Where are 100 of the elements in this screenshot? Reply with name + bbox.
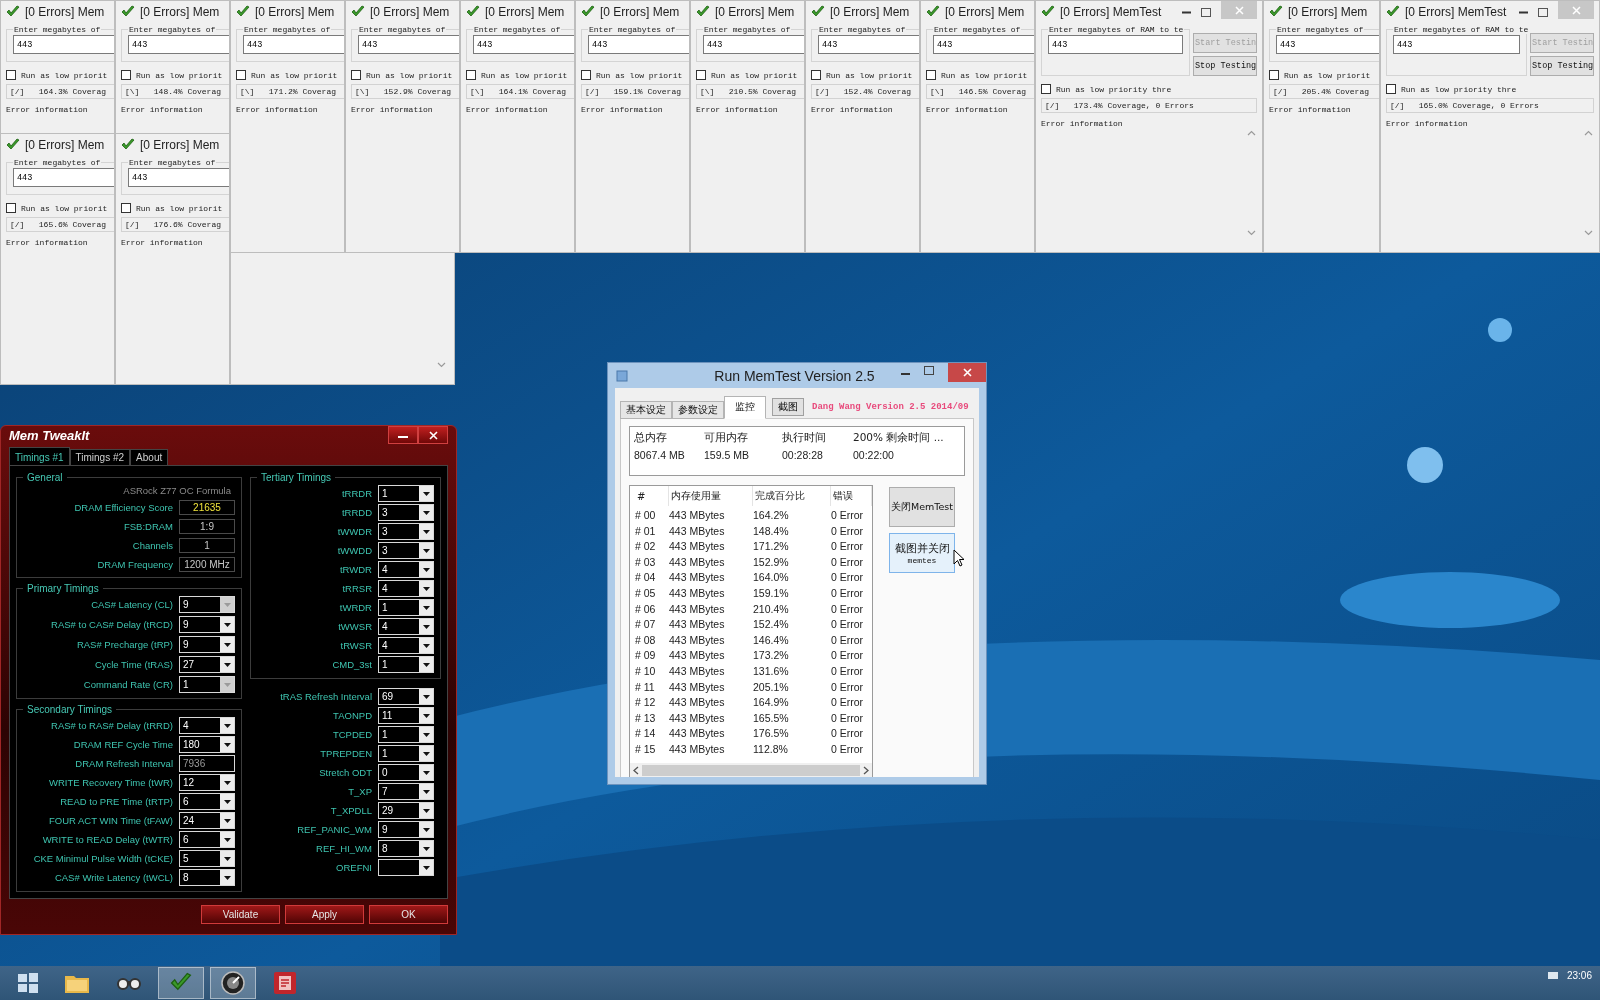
column-header[interactable]: 内存使用量 — [669, 486, 753, 506]
dropdown[interactable]: 4 — [378, 580, 434, 597]
checkbox[interactable] — [811, 70, 821, 80]
dropdown[interactable]: 5 — [179, 850, 235, 867]
input-field[interactable]: 443 — [1048, 35, 1183, 54]
minimize-button[interactable] — [388, 426, 418, 444]
dropdown[interactable]: 1 — [378, 656, 434, 673]
dropdown[interactable]: 27 — [179, 656, 235, 673]
scroll-left-icon[interactable] — [633, 765, 639, 775]
dropdown[interactable]: 1 — [378, 599, 434, 616]
check-icon — [121, 138, 135, 152]
dropdown[interactable]: 9 — [179, 636, 235, 653]
tab[interactable]: Timings #1 — [9, 447, 70, 466]
scroll-thumb[interactable] — [642, 764, 860, 776]
action-button[interactable]: 截图并关闭 memtes — [889, 533, 955, 573]
column-header[interactable]: 错误 — [831, 486, 872, 506]
checkbox-label: Run as low priorit — [826, 70, 913, 80]
input-field[interactable]: 443 — [13, 168, 114, 187]
dropdown[interactable]: 12 — [179, 774, 235, 791]
stop-button[interactable]: Stop Testing — [1530, 56, 1594, 76]
dropdown[interactable]: 29 — [378, 802, 434, 819]
dropdown[interactable]: 3 — [378, 504, 434, 521]
checkbox-label: Run as low priorit — [481, 70, 568, 80]
input-field[interactable]: 443 — [818, 35, 919, 54]
dropdown[interactable]: 6 — [179, 831, 235, 848]
dropdown[interactable]: 4 — [378, 637, 434, 654]
tab[interactable]: 监控 — [724, 396, 766, 419]
dropdown[interactable]: 8 — [179, 869, 235, 886]
dropdown[interactable]: 9 — [378, 821, 434, 838]
checkbox[interactable] — [236, 70, 246, 80]
input-field[interactable]: 443 — [128, 168, 229, 187]
dropdown[interactable]: 8 — [378, 840, 434, 857]
dropdown[interactable] — [378, 859, 434, 876]
tab[interactable]: 参数设定 — [672, 401, 724, 419]
input-field[interactable]: 443 — [588, 35, 689, 54]
table-cell-text: # 08 — [635, 632, 657, 647]
stop-button[interactable]: Stop Testing — [1193, 56, 1257, 76]
dropdown[interactable]: 24 — [179, 812, 235, 829]
checkbox[interactable] — [696, 70, 706, 80]
error-label: Error information — [696, 105, 779, 114]
checkbox[interactable] — [1269, 70, 1279, 80]
horizontal-scrollbar[interactable] — [630, 763, 872, 777]
input-field[interactable]: 443 — [243, 35, 344, 54]
field-label: REF_HI_WM — [315, 843, 372, 854]
dropdown[interactable]: 3 — [378, 523, 434, 540]
network-icon[interactable] — [1546, 970, 1559, 981]
dropdown[interactable]: 7 — [378, 783, 434, 800]
input-field[interactable]: 443 — [128, 35, 229, 54]
status-field: [/] 176.6% Coverag — [121, 217, 229, 232]
dropdown[interactable]: 6 — [179, 793, 235, 810]
dropdown[interactable]: 4 — [179, 717, 235, 734]
column-header[interactable]: 完成百分比 — [753, 486, 831, 506]
maximize-icon[interactable] — [1538, 7, 1548, 17]
dropdown[interactable]: 3 — [378, 542, 434, 559]
maximize-icon[interactable] — [1201, 7, 1211, 17]
input-field[interactable]: 443 — [473, 35, 574, 54]
input-field[interactable]: 443 — [933, 35, 1034, 54]
input-field[interactable]: 443 — [703, 35, 804, 54]
scroll-right-icon[interactable] — [863, 765, 869, 775]
checkbox[interactable] — [6, 203, 16, 213]
dropdown[interactable]: 9 — [179, 616, 235, 633]
checkbox[interactable] — [121, 203, 131, 213]
tab[interactable]: 基本设定 — [620, 401, 672, 419]
column-header[interactable]: # — [635, 486, 669, 506]
dialog-button[interactable]: OK — [369, 905, 448, 924]
minimize-icon[interactable] — [1182, 10, 1191, 14]
checkbox[interactable] — [121, 70, 131, 80]
dropdown[interactable]: 180 — [179, 736, 235, 753]
snapshot-button[interactable]: 截图 — [772, 398, 804, 416]
table-cell-text: # 09 — [635, 648, 657, 662]
input-field[interactable]: 443 — [358, 35, 459, 54]
dropdown[interactable]: 1 — [378, 726, 434, 743]
maximize-icon[interactable] — [924, 366, 934, 375]
input-field[interactable]: 443 — [1393, 35, 1520, 54]
dropdown[interactable]: 11 — [378, 707, 434, 724]
dialog-button[interactable]: Validate — [201, 905, 280, 924]
checkbox[interactable] — [1041, 84, 1051, 94]
checkbox[interactable] — [466, 70, 476, 80]
action-button[interactable]: 关闭MemTest — [889, 487, 955, 527]
dialog-button[interactable]: Apply — [285, 905, 364, 924]
dropdown[interactable]: 1 — [378, 745, 434, 762]
clock[interactable]: 23:06 — [1566, 970, 1592, 981]
dropdown[interactable]: 4 — [378, 561, 434, 578]
checkbox[interactable] — [926, 70, 936, 80]
dropdown[interactable]: 0 — [378, 764, 434, 781]
checkbox[interactable] — [1386, 84, 1396, 94]
checkbox[interactable] — [6, 70, 16, 80]
dropdown[interactable]: 69 — [378, 688, 434, 705]
taskbar-button[interactable] — [210, 967, 256, 999]
table-cell-text: 0 Error — [831, 508, 865, 522]
table-cell-text: 165.5% — [753, 710, 790, 725]
field-label: FSB:DRAM — [122, 521, 173, 532]
close-button[interactable] — [418, 426, 448, 444]
input-field[interactable]: 443 — [1276, 35, 1379, 54]
minimize-icon[interactable] — [1519, 10, 1528, 14]
checkbox[interactable] — [351, 70, 361, 80]
checkbox[interactable] — [581, 70, 591, 80]
dropdown[interactable]: 4 — [378, 618, 434, 635]
dropdown[interactable]: 1 — [378, 485, 434, 502]
input-field[interactable]: 443 — [13, 35, 114, 54]
